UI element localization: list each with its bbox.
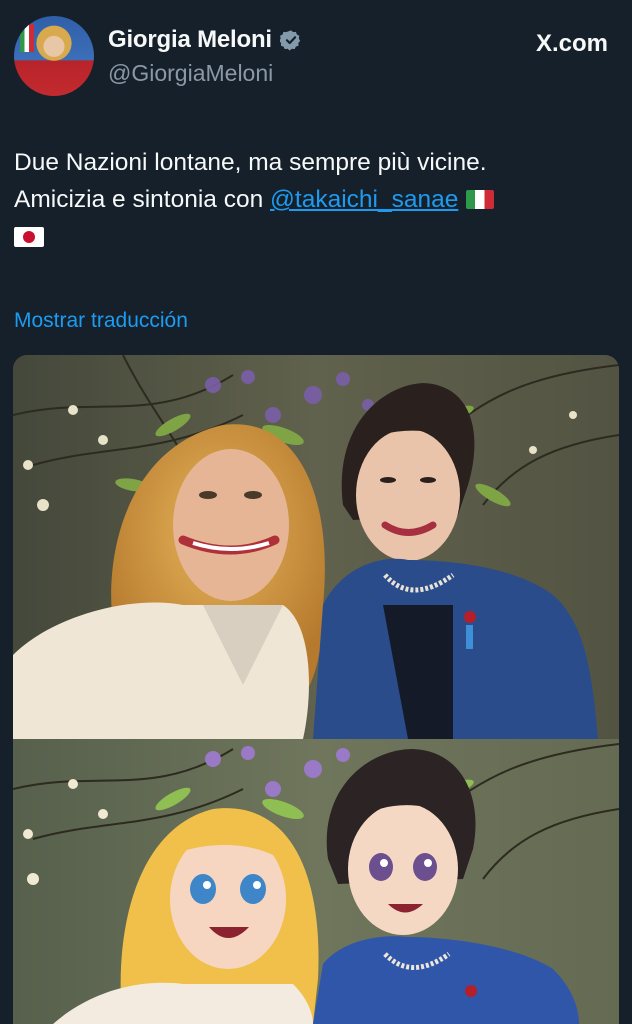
- tweet-header: Giorgia Meloni @GiorgiaMeloni X.com: [14, 16, 618, 100]
- name-row: Giorgia Meloni: [108, 26, 302, 54]
- tweet-text: Due Nazioni lontane, ma sempre più vicin…: [14, 144, 614, 255]
- verified-badge-icon: [279, 30, 301, 51]
- author-block: Giorgia Meloni @GiorgiaMeloni: [108, 26, 302, 87]
- translate-link[interactable]: Mostrar traducción: [14, 309, 188, 333]
- selfie-photo: [13, 355, 619, 739]
- profile-avatar[interactable]: [14, 16, 94, 96]
- anime-style-photo: [13, 739, 619, 1024]
- source-link[interactable]: X.com: [536, 30, 608, 58]
- tweet-line-2-prefix: Amicizia e sintonia con: [14, 186, 271, 213]
- source-label: X.com: [535, 30, 608, 57]
- italy-flag-icon: [466, 190, 495, 209]
- tweet-line-1: Due Nazioni lontane, ma sempre più vicin…: [14, 149, 487, 176]
- media-image[interactable]: [13, 355, 619, 1024]
- tweet-media[interactable]: [13, 355, 619, 1024]
- author-handle[interactable]: @GiorgiaMeloni: [108, 60, 302, 87]
- italy-flag-icon: [20, 24, 34, 52]
- japan-flag-icon: [14, 227, 44, 247]
- mention-link[interactable]: @takaichi_sanae: [270, 186, 458, 213]
- author-name[interactable]: Giorgia Meloni: [108, 26, 272, 54]
